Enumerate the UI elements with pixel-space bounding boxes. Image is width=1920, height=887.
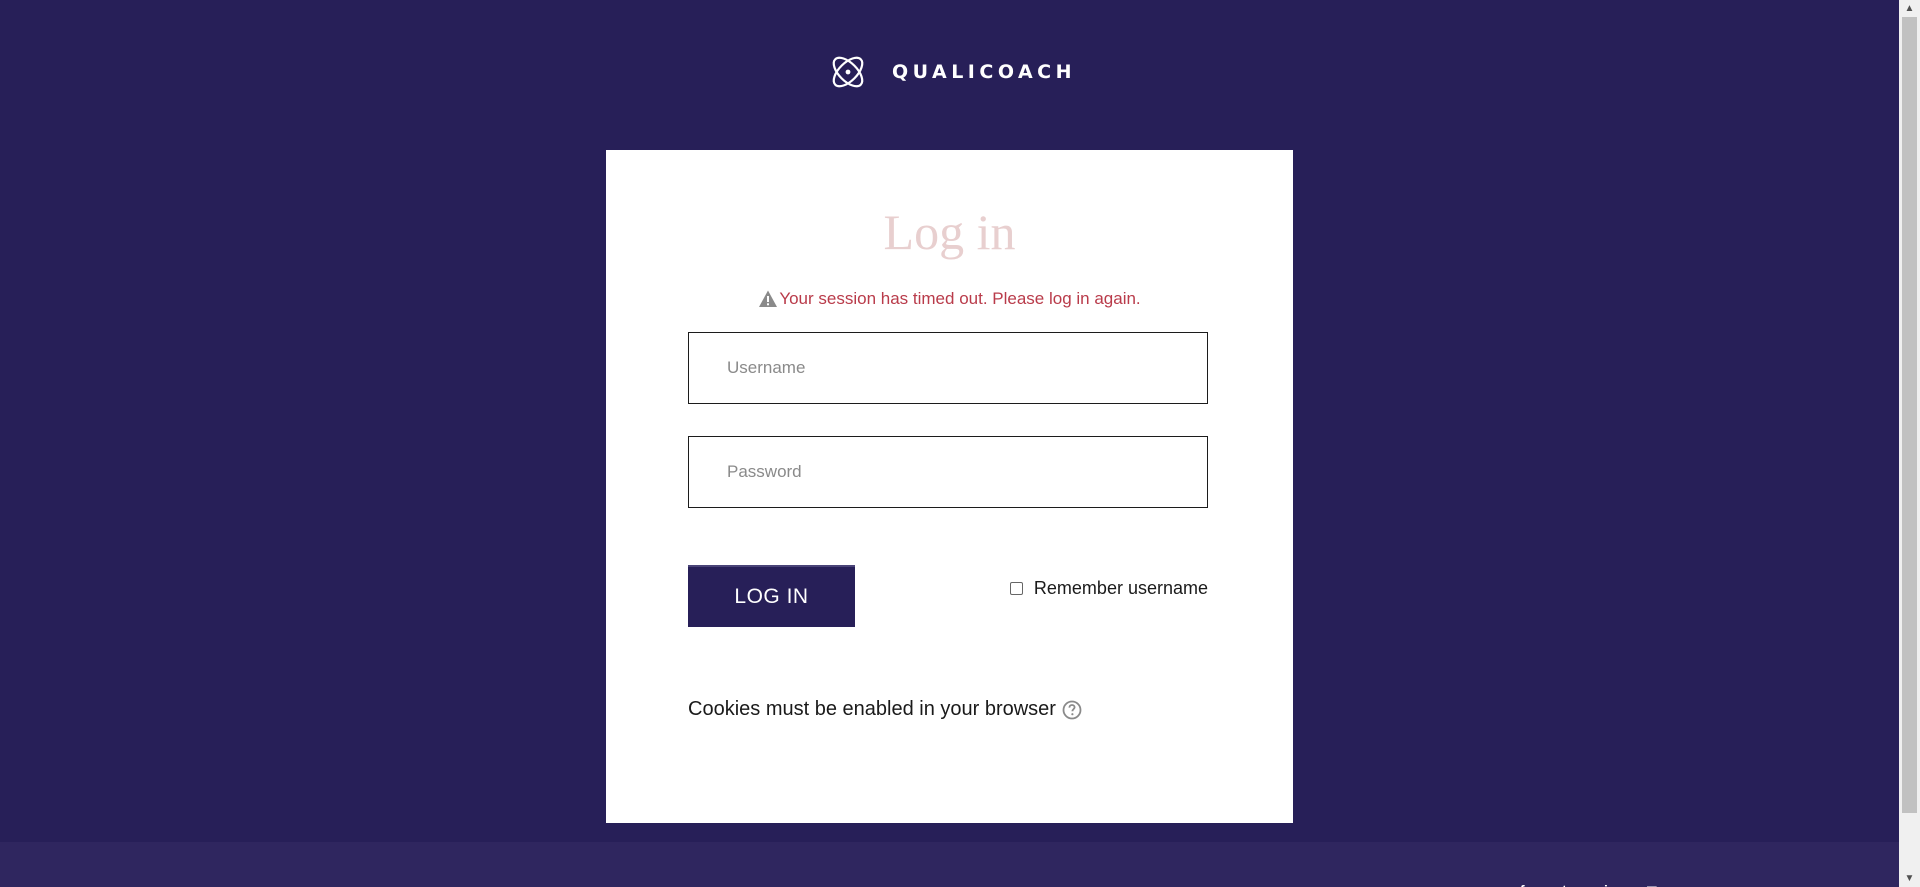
warning-icon	[759, 290, 778, 307]
twitter-icon[interactable]: t	[1562, 880, 1578, 887]
viewport: QUALICOACH Log in Your session has timed…	[0, 0, 1899, 887]
footer: f t in ◻	[0, 842, 1899, 887]
cookies-notice-text: Cookies must be enabled in your browser	[688, 698, 1056, 720]
brand-name: QUALICOACH	[892, 61, 1077, 83]
brand: QUALICOACH	[828, 52, 1076, 92]
page-title: Log in	[883, 204, 1016, 260]
facebook-icon[interactable]: f	[1520, 880, 1536, 887]
qualicoach-logo-icon	[832, 56, 864, 88]
linkedin-icon[interactable]: in	[1604, 880, 1620, 887]
help-circle-icon[interactable]	[1062, 700, 1082, 720]
password-input[interactable]	[688, 436, 1208, 508]
instagram-icon[interactable]: ◻	[1646, 880, 1662, 887]
login-button[interactable]: LOG IN	[688, 565, 855, 627]
login-card: Log in Your session has timed out. Pleas…	[606, 150, 1293, 823]
footer-social-icons: f t in ◻	[1520, 880, 1662, 887]
vertical-scrollbar[interactable]: ▲ ▼	[1899, 0, 1920, 887]
scrollbar-thumb[interactable]	[1902, 17, 1917, 813]
username-input[interactable]	[688, 332, 1208, 404]
session-timeout-alert: Your session has timed out. Please log i…	[606, 289, 1293, 309]
remember-username-checkbox[interactable]	[1009, 582, 1023, 595]
scroll-up-arrow-icon[interactable]: ▲	[1899, 0, 1920, 17]
remember-username-label: Remember username	[1033, 578, 1208, 598]
remember-username[interactable]: Remember username	[1009, 578, 1208, 599]
page: QUALICOACH Log in Your session has timed…	[0, 0, 1920, 887]
scroll-down-arrow-icon[interactable]: ▼	[1899, 870, 1920, 887]
alert-message: Your session has timed out. Please log i…	[779, 289, 1141, 308]
cookies-notice: Cookies must be enabled in your browser	[688, 698, 1082, 721]
